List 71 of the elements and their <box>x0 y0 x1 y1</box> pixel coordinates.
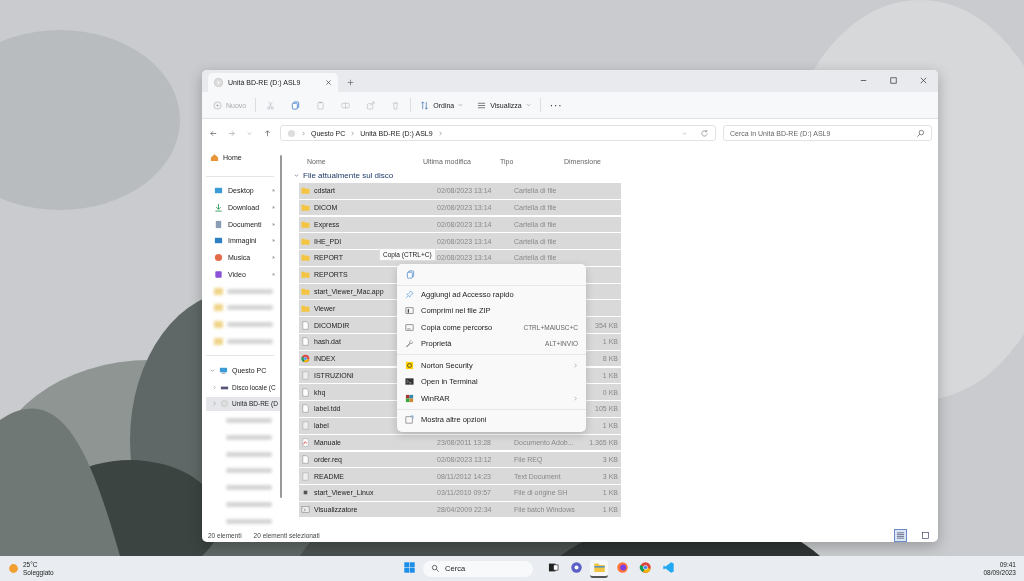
monitor-icon <box>219 365 228 375</box>
home-icon <box>210 153 219 163</box>
rename-icon <box>341 100 351 110</box>
documents-icon <box>214 219 223 229</box>
list-icon <box>477 100 487 110</box>
explorer-icon <box>592 561 606 574</box>
share-icon <box>366 100 376 110</box>
copy-icon <box>406 270 415 279</box>
browser-icon <box>301 354 310 364</box>
text-icon <box>301 471 310 481</box>
download-icon <box>214 202 223 212</box>
explorer-button[interactable] <box>590 559 609 578</box>
pin-icon <box>271 221 276 227</box>
zip-icon <box>405 306 414 316</box>
pin-icon <box>271 255 276 261</box>
chevron-icon[interactable] <box>212 384 217 390</box>
disc-icon <box>214 78 223 87</box>
terminal-icon <box>405 377 414 387</box>
list-icon <box>896 530 905 540</box>
close-icon[interactable] <box>919 76 928 85</box>
new-tab-icon[interactable] <box>347 79 354 86</box>
square-icon <box>921 530 930 540</box>
pin-icon <box>271 204 276 210</box>
batch-icon <box>301 505 310 515</box>
pictures-icon <box>214 236 223 246</box>
wrench-icon <box>405 339 414 349</box>
chevron-icon[interactable] <box>294 172 299 178</box>
caret-icon <box>525 103 531 107</box>
disc-icon <box>220 399 229 409</box>
chevron-icon[interactable] <box>212 401 217 407</box>
refresh-icon[interactable] <box>700 128 709 138</box>
maximize-icon[interactable] <box>889 76 898 85</box>
chevron-icon[interactable] <box>437 130 443 136</box>
disc-icon <box>287 128 296 138</box>
caret-icon[interactable] <box>682 130 687 136</box>
up-icon[interactable] <box>263 128 272 138</box>
plus-circle-icon <box>213 100 222 110</box>
file-icon <box>301 454 310 464</box>
sun-icon <box>8 563 19 574</box>
details-view-button[interactable] <box>894 528 907 542</box>
caret-icon <box>458 103 464 107</box>
video-icon <box>214 269 223 279</box>
forward-icon[interactable] <box>227 128 236 138</box>
chevron-icon[interactable] <box>301 130 306 136</box>
taskview-icon <box>546 561 560 574</box>
close-icon[interactable] <box>325 79 332 86</box>
sort-icon <box>420 100 430 110</box>
more-button[interactable]: ··· <box>544 96 568 114</box>
music-icon <box>214 253 223 263</box>
copy-icon <box>291 100 301 110</box>
pin-icon <box>271 271 276 277</box>
search-icon <box>431 564 441 573</box>
group-header[interactable]: File attualmente sul disco <box>294 167 394 183</box>
cut-icon <box>266 100 276 110</box>
pdf-icon <box>301 438 310 447</box>
pin-icon <box>405 289 414 299</box>
chevron-icon[interactable] <box>210 367 215 373</box>
chevron-icon[interactable] <box>350 130 356 136</box>
chevron-icon <box>573 362 578 368</box>
pin-icon <box>271 188 276 194</box>
paste-icon <box>316 100 326 110</box>
search-icon[interactable] <box>916 128 925 138</box>
chat-icon <box>569 561 583 574</box>
desktop-icon <box>214 186 223 196</box>
windows-icon <box>402 561 416 574</box>
back-icon[interactable] <box>209 128 218 138</box>
chevron-icon <box>573 395 578 401</box>
text-icon <box>301 421 310 431</box>
delete-icon <box>391 100 401 110</box>
text-icon <box>301 370 310 380</box>
pin-icon <box>271 238 276 244</box>
